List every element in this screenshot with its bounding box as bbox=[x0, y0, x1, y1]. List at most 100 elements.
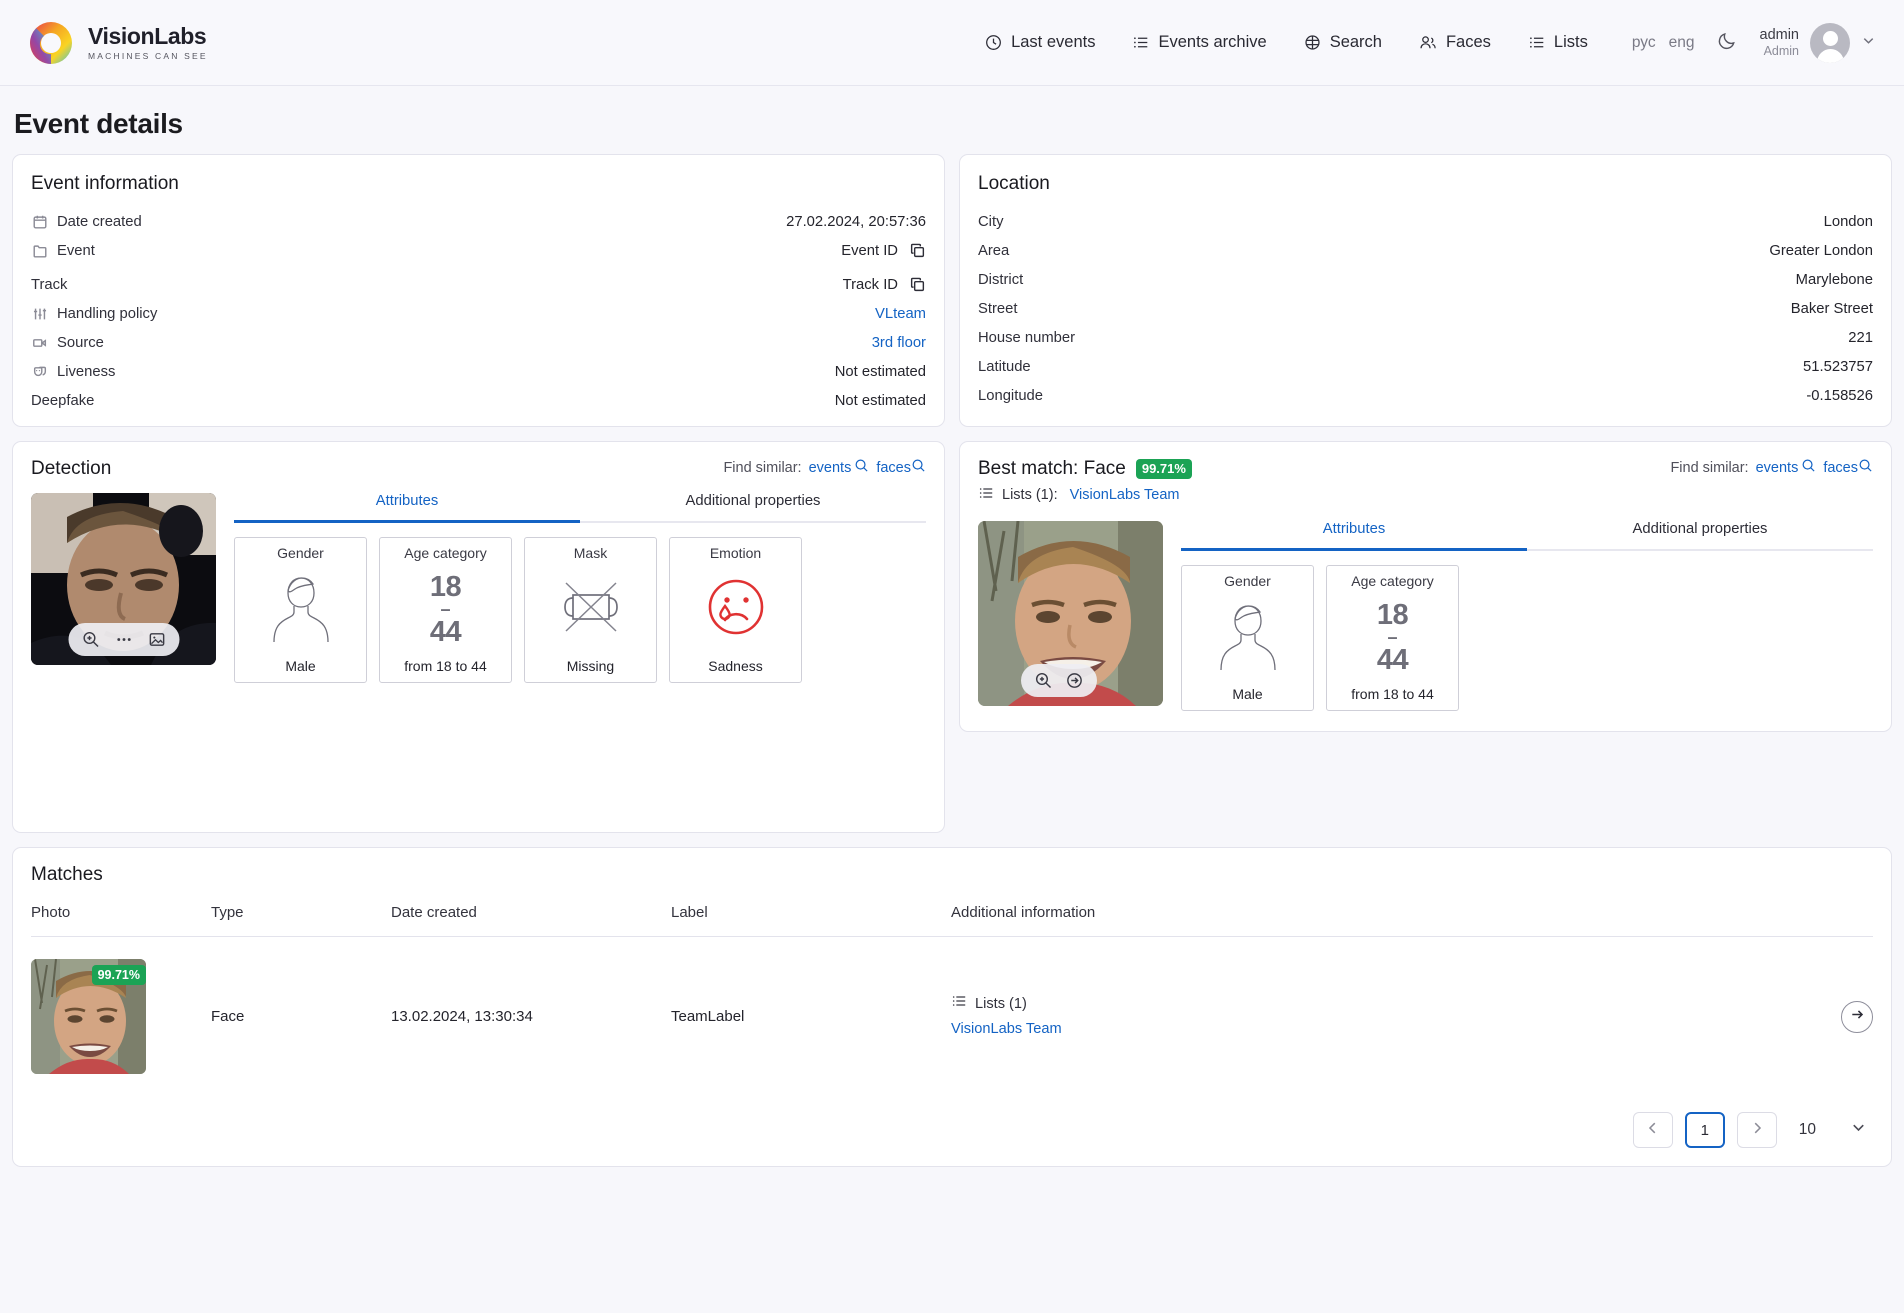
match-lists-label: Lists (1) bbox=[975, 994, 1027, 1016]
column-header-date-created: Date created bbox=[391, 888, 671, 937]
attribute-card-age-category: Age category 18 – 44 from 18 to 44 bbox=[1326, 565, 1459, 711]
age-to: 44 bbox=[430, 619, 461, 646]
attribute-card-mask: Mask bbox=[524, 537, 657, 683]
detection-thumbnail[interactable] bbox=[31, 493, 216, 665]
page-size-select[interactable]: 10 bbox=[1799, 1119, 1873, 1141]
copy-event-id-icon[interactable] bbox=[909, 242, 926, 259]
pagination-prev-button[interactable] bbox=[1633, 1112, 1673, 1148]
table-row[interactable]: 99.71% Face 13.02.2024, 13:30:34 TeamLab… bbox=[31, 937, 1873, 1097]
clock-icon bbox=[985, 34, 1002, 51]
row-label: Street bbox=[978, 301, 1017, 317]
chevron-right-icon bbox=[1749, 1120, 1765, 1141]
best-match-thumbnail[interactable] bbox=[978, 521, 1163, 706]
cell-photo: 99.71% bbox=[31, 937, 211, 1097]
lang-option-en[interactable]: eng bbox=[1669, 34, 1695, 52]
more-dots-icon[interactable] bbox=[114, 630, 133, 649]
attribute-value: Sadness bbox=[708, 658, 762, 674]
row-value: Event ID bbox=[841, 243, 898, 259]
location-title: Location bbox=[978, 173, 1873, 195]
tab-attributes[interactable]: Attributes bbox=[1181, 521, 1527, 551]
lang-option-ru[interactable]: рус bbox=[1632, 34, 1656, 52]
location-row-area: Area Greater London bbox=[978, 239, 1873, 262]
brand-logo[interactable]: VisionLabs MACHINES CAN SEE bbox=[28, 20, 208, 66]
detection-attributes: Gender bbox=[234, 537, 926, 683]
attribute-title: Emotion bbox=[710, 545, 761, 561]
handling-policy-link[interactable]: VLteam bbox=[875, 306, 926, 322]
find-similar-faces-label: faces bbox=[876, 460, 911, 476]
language-switcher[interactable]: рус eng bbox=[1632, 34, 1695, 52]
source-link[interactable]: 3rd floor bbox=[872, 335, 926, 351]
nav-item-last-events[interactable]: Last events bbox=[985, 33, 1095, 52]
search-icon bbox=[911, 458, 926, 477]
best-match-lists-label: Lists (1): bbox=[1002, 487, 1058, 503]
match-thumbnail[interactable]: 99.71% bbox=[31, 959, 146, 1074]
open-match-button[interactable] bbox=[1841, 1001, 1873, 1033]
tab-additional-properties[interactable]: Additional properties bbox=[580, 493, 926, 523]
detection-panel: Detection Find similar: events faces bbox=[12, 441, 945, 833]
row-label: Area bbox=[978, 243, 1009, 259]
find-similar-label: Find similar: bbox=[723, 460, 801, 476]
find-similar-faces-link[interactable]: faces bbox=[1823, 458, 1873, 477]
masks-icon bbox=[31, 363, 48, 380]
theme-toggle-button[interactable] bbox=[1717, 30, 1738, 56]
find-similar-faces-link[interactable]: faces bbox=[876, 458, 926, 477]
zoom-in-icon[interactable] bbox=[81, 630, 100, 649]
event-info-row-deepfake: Deepfake Not estimated bbox=[31, 389, 926, 412]
list-icon bbox=[1528, 34, 1545, 51]
chevron-down-icon[interactable] bbox=[1861, 33, 1876, 53]
tab-additional-properties[interactable]: Additional properties bbox=[1527, 521, 1873, 551]
location-row-house-number: House number 221 bbox=[978, 326, 1873, 349]
user-name: admin bbox=[1760, 26, 1800, 44]
search-icon bbox=[1801, 458, 1816, 477]
attribute-title: Gender bbox=[277, 545, 324, 561]
list-icon bbox=[951, 993, 967, 1017]
age-to: 44 bbox=[1377, 647, 1408, 674]
find-similar-events-label: events bbox=[809, 460, 852, 476]
row-value: London bbox=[1824, 214, 1873, 230]
pagination-next-button[interactable] bbox=[1737, 1112, 1777, 1148]
folder-icon bbox=[31, 242, 48, 259]
zoom-in-icon[interactable] bbox=[1034, 671, 1053, 690]
match-lists-link[interactable]: VisionLabs Team bbox=[951, 1019, 1706, 1041]
best-match-lists-link[interactable]: VisionLabs Team bbox=[1070, 487, 1180, 503]
event-info-row-liveness: Liveness Not estimated bbox=[31, 360, 926, 383]
age-range-icon: 18 – 44 bbox=[430, 574, 461, 646]
page-title: Event details bbox=[0, 86, 1904, 154]
attribute-value: from 18 to 44 bbox=[404, 658, 487, 674]
person-silhouette-icon bbox=[1215, 597, 1281, 678]
nav-label: Lists bbox=[1554, 33, 1588, 52]
pagination: 1 10 bbox=[31, 1096, 1873, 1166]
search-icon bbox=[1858, 458, 1873, 477]
copy-track-id-icon[interactable] bbox=[909, 276, 926, 293]
visionlabs-logo-icon bbox=[28, 20, 74, 66]
moon-icon bbox=[1717, 30, 1738, 56]
row-value: Baker Street bbox=[1791, 301, 1873, 317]
find-similar-label: Find similar: bbox=[1670, 460, 1748, 476]
tab-attributes[interactable]: Attributes bbox=[234, 493, 580, 523]
row-value: 221 bbox=[1848, 330, 1873, 346]
nav-item-events-archive[interactable]: Events archive bbox=[1132, 33, 1266, 52]
nav-label: Faces bbox=[1446, 33, 1491, 52]
attribute-title: Mask bbox=[574, 545, 607, 561]
attribute-card-age-category: Age category 18 – 44 from 18 to 44 bbox=[379, 537, 512, 683]
brand-tagline: MACHINES CAN SEE bbox=[88, 52, 208, 61]
best-match-find-similar: Find similar: events faces bbox=[1670, 458, 1873, 477]
user-menu[interactable]: admin Admin bbox=[1760, 23, 1877, 63]
image-icon[interactable] bbox=[147, 630, 166, 649]
nav-item-faces[interactable]: Faces bbox=[1419, 33, 1491, 52]
video-camera-icon bbox=[31, 334, 48, 351]
pagination-page-1[interactable]: 1 bbox=[1685, 1112, 1725, 1148]
nav-item-lists[interactable]: Lists bbox=[1528, 33, 1588, 52]
cell-date-created: 13.02.2024, 13:30:34 bbox=[391, 937, 671, 1097]
find-similar-events-link[interactable]: events bbox=[809, 458, 870, 477]
nav-item-search[interactable]: Search bbox=[1304, 33, 1382, 52]
column-header-label: Label bbox=[671, 888, 951, 937]
row-label: Source bbox=[57, 335, 104, 351]
best-match-title: Best match: Face bbox=[978, 458, 1126, 480]
row-label: Handling policy bbox=[57, 306, 157, 322]
arrow-right-circle-icon[interactable] bbox=[1065, 671, 1084, 690]
location-row-longitude: Longitude -0.158526 bbox=[978, 384, 1873, 407]
find-similar-events-link[interactable]: events bbox=[1756, 458, 1817, 477]
column-header-action bbox=[1706, 888, 1873, 937]
row-value: -0.158526 bbox=[1806, 388, 1873, 404]
